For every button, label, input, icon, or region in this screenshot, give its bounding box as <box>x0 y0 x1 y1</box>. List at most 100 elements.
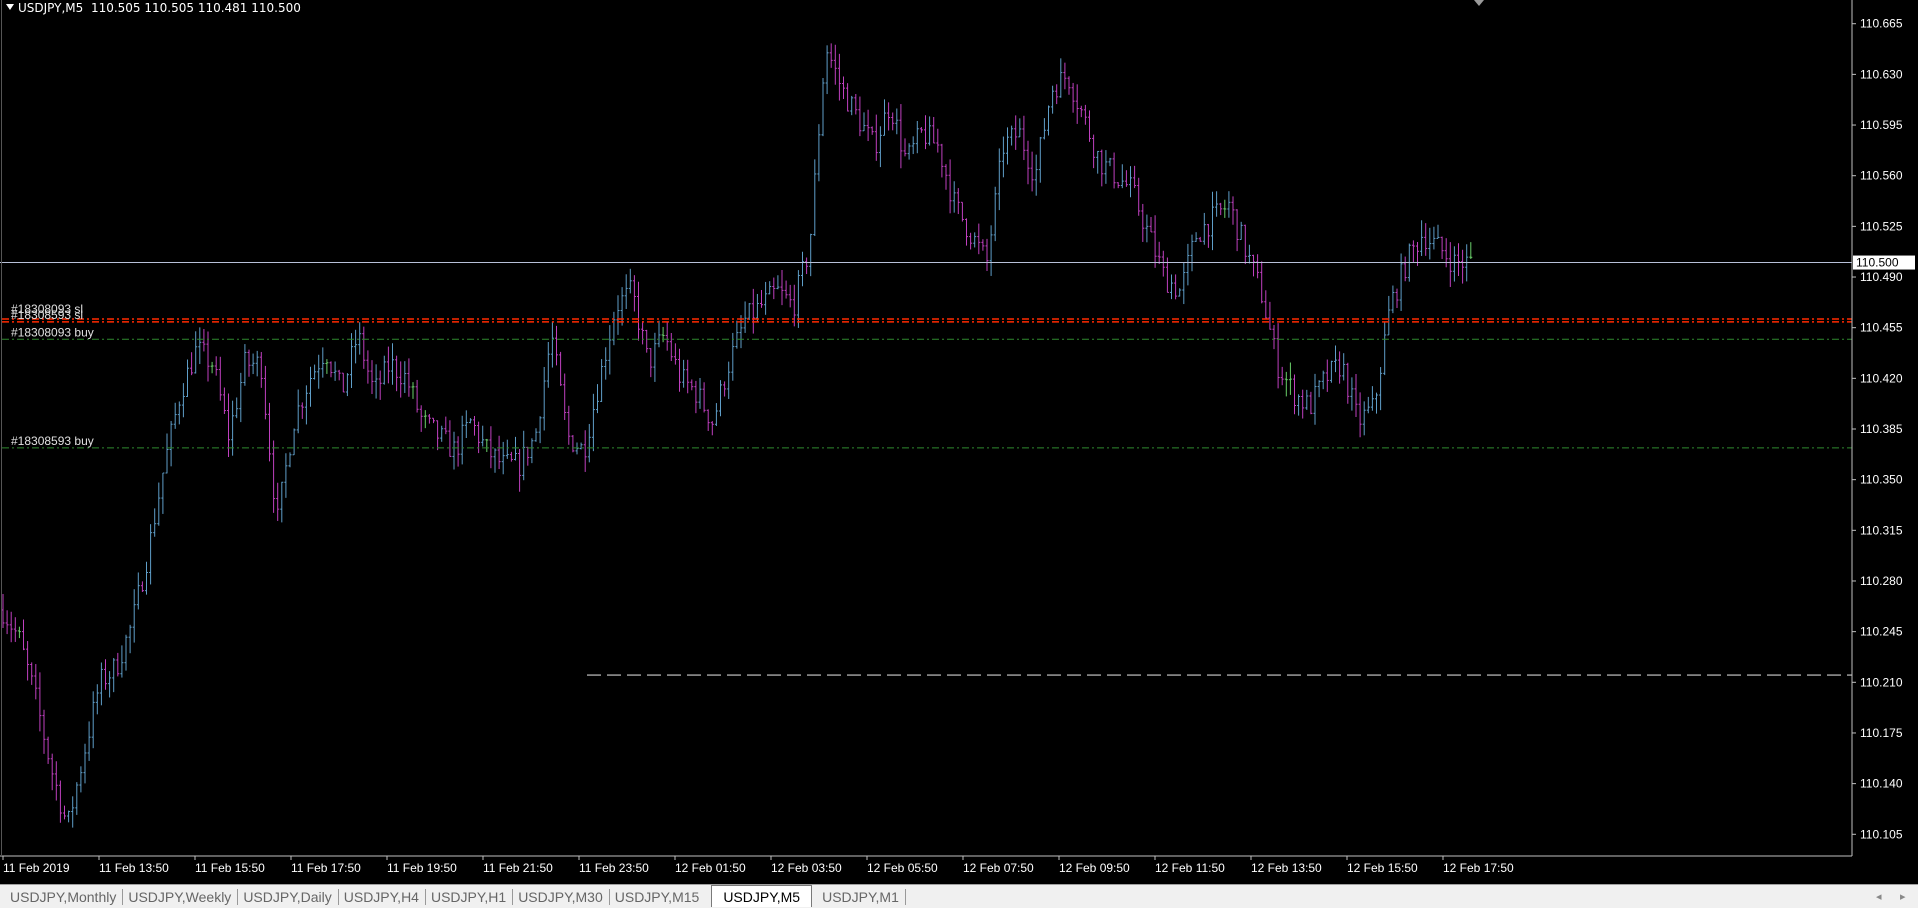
tab-usdjpy-daily[interactable]: USDJPY,Daily <box>243 887 331 907</box>
ohlc-bar <box>419 405 423 432</box>
tab-usdjpy-weekly[interactable]: USDJPY,Weekly <box>128 887 231 907</box>
tab-usdjpy-m15[interactable]: USDJPY,M15 <box>615 887 700 907</box>
tab-usdjpy-m30[interactable]: USDJPY,M30 <box>518 887 603 907</box>
ohlc-bar <box>960 201 964 222</box>
ohlc-bar <box>1309 391 1313 415</box>
ohlc-bar <box>87 721 91 761</box>
time-label: 12 Feb 17:50 <box>1443 861 1514 875</box>
ohlc-bar <box>862 112 866 132</box>
ohlc-bar <box>952 181 956 213</box>
tab-usdjpy-h1[interactable]: USDJPY,H1 <box>431 887 506 907</box>
ohlc-bar <box>596 384 599 414</box>
ohlc-bar <box>345 373 349 397</box>
ohlc-bar <box>1079 105 1083 118</box>
ohlc-bar <box>83 743 87 784</box>
scroll-left-icon[interactable]: ◂ <box>1876 890 1882 903</box>
ohlc-bar <box>657 320 661 348</box>
ohlc-bar <box>1375 392 1378 414</box>
ohlc-bar <box>678 348 681 392</box>
time-label: 12 Feb 05:50 <box>867 861 938 875</box>
ohlc-bar <box>1276 323 1280 389</box>
price-label: 110.630 <box>1860 67 1903 81</box>
ohlc-bar <box>915 120 919 154</box>
ohlc-bar <box>698 378 702 409</box>
ohlc-bar <box>907 143 911 160</box>
ohlc-bar <box>579 442 583 450</box>
ohlc-bar <box>706 409 710 431</box>
ohlc-bar <box>1071 82 1075 113</box>
ohlc-bar <box>895 108 899 135</box>
ohlc-bar <box>993 186 997 242</box>
ohlc-bar <box>1448 242 1452 287</box>
ohlc-bar <box>1301 389 1305 419</box>
ohlc-bars <box>1 43 1473 828</box>
ohlc-bar <box>1268 301 1272 330</box>
price-label: 110.140 <box>1860 777 1903 791</box>
ohlc-bar <box>1104 150 1108 184</box>
ohlc-bar <box>132 589 136 643</box>
ohlc-bar <box>157 482 161 526</box>
ohlc-bar <box>99 662 103 706</box>
time-label: 12 Feb 01:50 <box>675 861 746 875</box>
ohlc-bar <box>1411 240 1415 263</box>
ohlc-bar <box>26 641 30 681</box>
ohlc-bar <box>637 281 640 341</box>
order-line-label: #18308593 buy <box>11 434 94 448</box>
ohlc-bar <box>1092 134 1096 169</box>
ohlc-bar <box>493 448 497 473</box>
time-label: 12 Feb 07:50 <box>963 861 1034 875</box>
ohlc-bar <box>522 430 526 481</box>
ohlc-bar <box>1215 191 1219 217</box>
order-line-label: #18308593 sl <box>11 308 83 322</box>
ohlc-bar <box>735 320 739 349</box>
ohlc-bar <box>354 329 358 364</box>
ohlc-bar <box>350 333 353 388</box>
ohlc-bar <box>276 482 280 521</box>
ohlc-bar <box>1362 401 1366 436</box>
ohlc-bar <box>1428 227 1432 260</box>
ohlc-bar <box>620 287 624 326</box>
time-label: 12 Feb 15:50 <box>1347 861 1418 875</box>
ohlc-bar <box>1342 353 1346 381</box>
ohlc-bar <box>546 341 550 388</box>
ohlc-bar <box>673 343 677 365</box>
ohlc-bar <box>542 366 546 431</box>
ohlc-bar <box>1223 199 1227 218</box>
ohlc-bar <box>460 415 464 465</box>
tab-separator <box>337 889 339 905</box>
tab-usdjpy-monthly[interactable]: USDJPY,Monthly <box>10 887 116 907</box>
ohlc-bar <box>1252 254 1255 277</box>
ohlc-bar <box>518 448 522 492</box>
ohlc-bar <box>386 346 390 384</box>
ohlc-bar <box>95 684 99 715</box>
time-label: 12 Feb 03:50 <box>771 861 842 875</box>
ohlc-bar <box>710 421 714 436</box>
ohlc-bar <box>1170 274 1173 300</box>
ohlc-bar <box>940 143 944 178</box>
ohlc-bar <box>13 617 17 642</box>
ohlc-bar <box>1120 164 1124 189</box>
ohlc-bar <box>977 223 981 255</box>
ohlc-bar <box>128 624 132 654</box>
chart-area[interactable]: 110.500 #18308093 sl #18308593 sl #18308093… <box>0 0 1918 884</box>
ohlc-bar <box>1395 288 1399 309</box>
ohlc-bar <box>34 664 38 700</box>
ohlc-bar <box>780 270 784 306</box>
ohlc-bar <box>489 426 493 469</box>
dropdown-triangle-icon[interactable] <box>6 4 14 10</box>
ohlc-bar <box>1247 244 1251 264</box>
ohlc-bar <box>1042 118 1046 140</box>
tab-usdjpy-h4[interactable]: USDJPY,H4 <box>344 887 419 907</box>
ohlc-bar <box>1108 157 1112 167</box>
scroll-right-icon[interactable]: ▸ <box>1900 890 1906 903</box>
ohlc-bar <box>243 344 247 386</box>
tab-separator <box>512 889 514 905</box>
ohlc-bar <box>1325 359 1329 392</box>
ohlc-bar <box>1116 182 1120 189</box>
order-lines: 110.500#18308093 sl#18308593 sl#18308093… <box>0 256 1915 676</box>
ohlc-bar <box>1317 380 1321 398</box>
tab-usdjpy-m5[interactable]: USDJPY,M5 <box>711 885 813 907</box>
price-chart[interactable]: 110.500#18308093 sl#18308593 sl#18308093… <box>0 0 1918 884</box>
ohlc-bar <box>1182 262 1186 305</box>
tab-usdjpy-m1[interactable]: USDJPY,M1 <box>822 887 899 907</box>
